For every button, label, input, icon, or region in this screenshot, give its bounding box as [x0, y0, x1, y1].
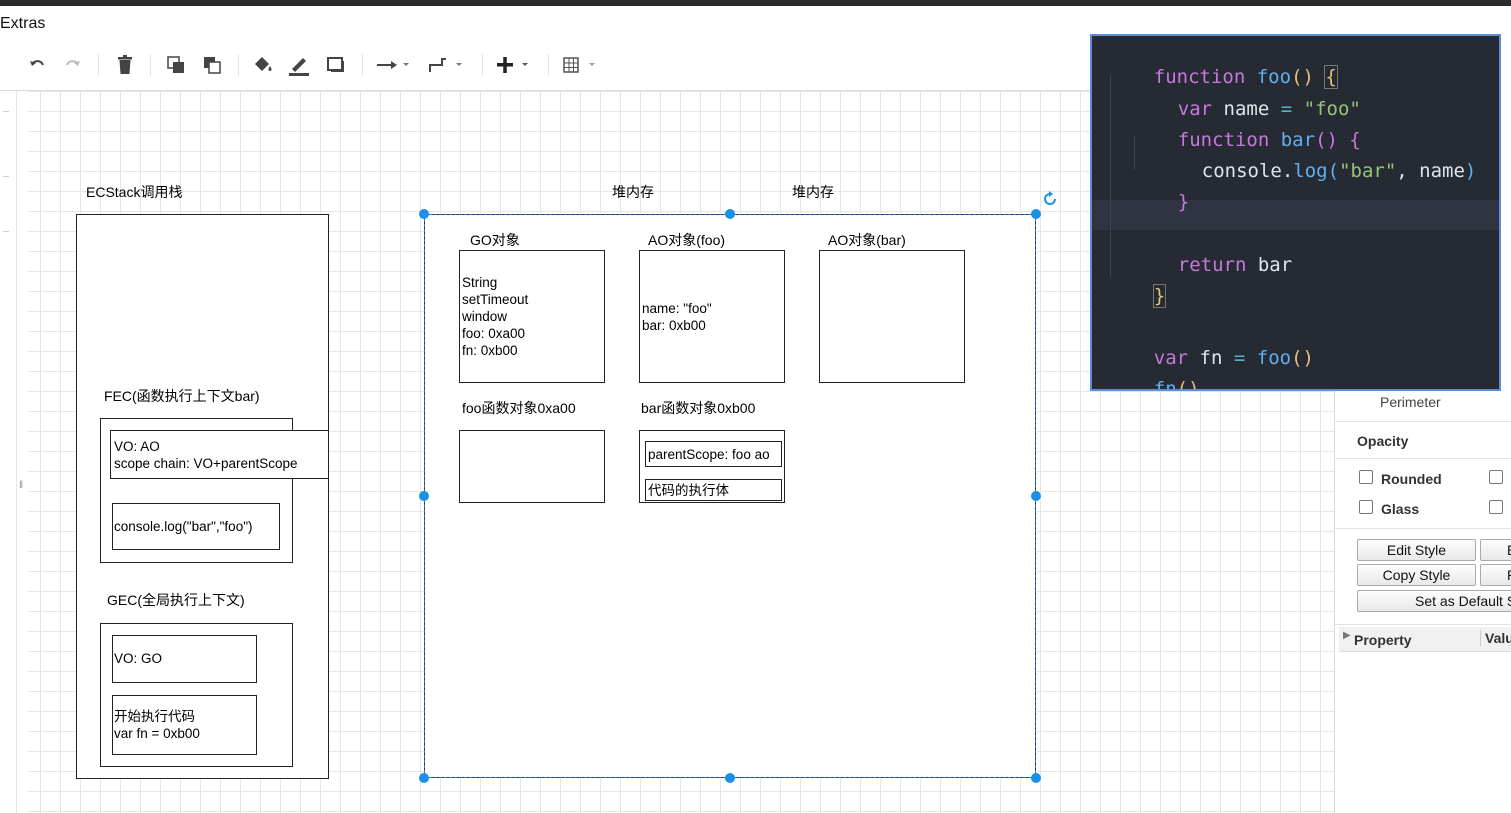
code-line-5: }: [1177, 191, 1190, 213]
resize-handle-s[interactable]: [725, 773, 735, 783]
opacity-label: Opacity: [1357, 433, 1409, 449]
waypoints-icon[interactable]: [428, 52, 468, 78]
to-back-icon[interactable]: [199, 52, 225, 78]
property-table-header: ▶ Property Valu: [1339, 627, 1511, 652]
edit-right-button[interactable]: E: [1480, 539, 1511, 561]
resize-handle-nw[interactable]: [419, 209, 429, 219]
insert-icon[interactable]: [494, 52, 534, 78]
foo-obj-label: foo函数对象0xa00: [462, 400, 576, 416]
gec-label: GEC(全局执行上下文): [107, 592, 245, 608]
bar-obj-label: bar函数对象0xb00: [641, 400, 756, 416]
connection-icon[interactable]: [375, 52, 415, 78]
heap-label-2: 堆内存: [792, 184, 834, 200]
rounded-label: Rounded: [1381, 471, 1442, 487]
go-label: GO对象: [470, 232, 520, 248]
resize-handle-w[interactable]: [419, 491, 429, 501]
value-column: Valu: [1480, 630, 1511, 646]
set-as-default-button[interactable]: Set as Default S: [1357, 590, 1511, 612]
ao-bar-box[interactable]: [819, 250, 965, 383]
resize-handle-n[interactable]: [725, 209, 735, 219]
fec-code-text: console.log("bar","foo"): [114, 519, 253, 534]
to-front-icon[interactable]: [163, 52, 189, 78]
glass-right-checkbox[interactable]: [1489, 500, 1503, 514]
table-icon[interactable]: [561, 52, 601, 78]
delete-icon[interactable]: [112, 52, 138, 78]
rotate-icon[interactable]: [1041, 190, 1059, 208]
heap-label-1: 堆内存: [612, 184, 654, 200]
code-overlay: function foo() { var name = "foo" functi…: [1090, 34, 1501, 391]
line-color-icon[interactable]: [286, 52, 312, 78]
gec-code-text: 开始执行代码 var fn = 0xb00: [114, 709, 200, 741]
glass-checkbox[interactable]: [1359, 500, 1373, 514]
paste-style-button[interactable]: P: [1480, 564, 1511, 586]
code-line-7: }: [1152, 284, 1167, 308]
ao-bar-label: AO对象(bar): [828, 232, 906, 248]
menu-extras[interactable]: Extras: [0, 15, 45, 33]
resize-handle-e[interactable]: [1031, 491, 1041, 501]
ao-foo-label: AO对象(foo): [648, 232, 726, 248]
ao-foo-content: name: "foo" bar: 0xb00: [642, 301, 712, 333]
bar-parent-scope: parentScope: foo ao: [648, 447, 770, 462]
shadow-icon[interactable]: [323, 52, 349, 78]
left-sidebar-edge: [0, 91, 17, 813]
glass-label: Glass: [1381, 501, 1420, 517]
resize-handle-ne[interactable]: [1031, 209, 1041, 219]
bar-code-body: 代码的执行体: [648, 483, 729, 498]
gec-vo-text: VO: GO: [114, 651, 163, 666]
fec-label: FEC(函数执行上下文bar): [104, 388, 260, 404]
edit-style-button[interactable]: Edit Style: [1357, 539, 1476, 561]
property-column: Property: [1354, 632, 1412, 648]
resize-grip-icon[interactable]: ‖: [19, 480, 23, 491]
toolbar: [0, 42, 1090, 91]
rounded-checkbox[interactable]: [1359, 470, 1373, 484]
foo-obj-box[interactable]: [459, 430, 605, 503]
ecstack-label: ECStack调用栈: [86, 184, 183, 200]
go-content: String setTimeout window foo: 0xa00 fn: …: [462, 275, 529, 358]
fec-vo-text: VO: AO scope chain: VO+parentScope: [114, 439, 298, 471]
undo-icon[interactable]: [24, 52, 50, 78]
code-line-4: console.log("bar", name): [1201, 160, 1477, 182]
fill-color-icon[interactable]: [250, 52, 276, 78]
resize-handle-se[interactable]: [1031, 773, 1041, 783]
rounded-right-checkbox[interactable]: [1489, 470, 1503, 484]
expand-icon[interactable]: ▶: [1343, 630, 1351, 641]
code-line-9: fn(): [1153, 378, 1200, 391]
redo-icon[interactable]: [60, 52, 86, 78]
perimeter-label: Perimeter: [1380, 394, 1441, 410]
copy-style-button[interactable]: Copy Style: [1357, 564, 1476, 586]
resize-handle-sw[interactable]: [419, 773, 429, 783]
